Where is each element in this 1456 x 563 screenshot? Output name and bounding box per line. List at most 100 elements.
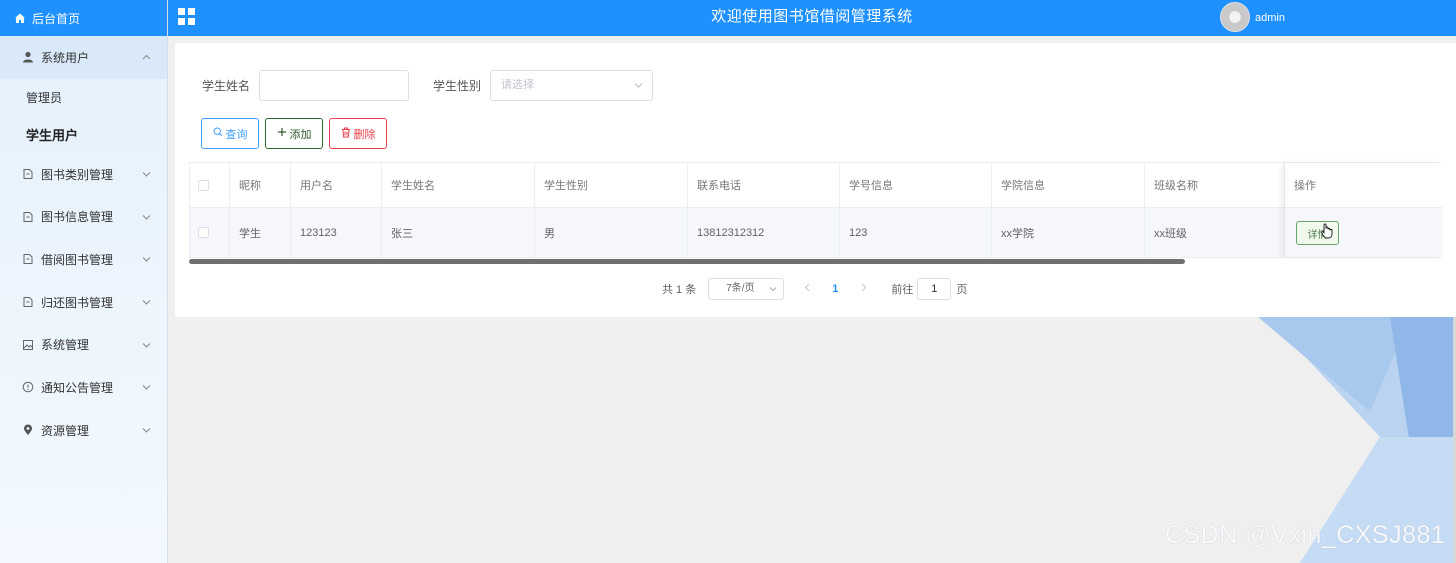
sidebar-item-system-management[interactable]: 系统管理	[0, 323, 167, 366]
chevron-down-icon	[142, 297, 151, 307]
page-number-current[interactable]: 1	[832, 283, 838, 295]
student-gender-select[interactable]: 请选择	[490, 70, 654, 101]
pagination: 共 1 条 7条/页 1 前往 1 页	[662, 278, 967, 300]
cell-student-no: 123	[840, 208, 992, 257]
column-header-gender[interactable]: 学生性别	[535, 163, 688, 207]
column-header-student-name[interactable]: 学生姓名	[382, 163, 535, 207]
cell-phone: 13812312312	[688, 208, 840, 257]
table-row: 学生 123123 张三 男 13812312312 123 xx学院 xx班级	[190, 208, 1442, 257]
add-button[interactable]: 添加	[265, 118, 323, 149]
goto-page-input[interactable]: 1	[917, 278, 952, 300]
select-all-checkbox[interactable]	[198, 179, 209, 191]
sidebar-item-label: 归还图书管理	[41, 295, 114, 310]
chevron-down-icon	[142, 254, 151, 264]
action-cell: 详情	[1285, 208, 1442, 257]
column-header-actions: 操作	[1285, 163, 1442, 208]
location-icon	[22, 424, 34, 436]
top-header: 欢迎使用图书馆借阅管理系统 admin	[168, 0, 1456, 36]
sidebar-subitem-label: 学生用户	[26, 127, 79, 143]
sidebar-item-resource-management[interactable]: 资源管理	[0, 409, 167, 452]
add-button-label: 添加	[289, 128, 312, 141]
fixed-action-column: 操作 详情	[1285, 163, 1442, 257]
hand-cursor-icon	[1321, 223, 1333, 239]
column-header-phone[interactable]: 联系电话	[688, 163, 840, 207]
goto-label: 前往	[891, 284, 914, 296]
delete-button[interactable]: 删除	[329, 118, 387, 149]
select-all-cell	[190, 163, 230, 207]
chevron-up-icon	[142, 52, 151, 62]
column-header-username[interactable]: 用户名	[291, 163, 382, 207]
sidebar-subitem-student-users[interactable]: 学生用户	[0, 116, 167, 153]
document-icon	[22, 296, 34, 308]
column-header-class[interactable]: 班级名称	[1145, 163, 1285, 207]
chevron-down-icon	[634, 71, 643, 112]
table-header-row: 昵称 用户名 学生姓名 学生性别 联系电话 学号信息 学院信息 班级名称	[190, 163, 1442, 208]
sidebar-item-label: 资源管理	[41, 423, 90, 438]
sidebar-item-label: 系统管理	[41, 338, 90, 353]
page-size-select[interactable]: 7条/页	[708, 278, 785, 300]
sidebar-item-label: 图书信息管理	[41, 210, 114, 225]
student-name-label: 学生姓名	[202, 79, 251, 93]
chevron-down-icon	[769, 279, 777, 307]
username-label[interactable]: admin	[1255, 0, 1285, 36]
picture-icon	[22, 339, 34, 351]
document-icon	[22, 211, 34, 223]
document-icon	[22, 253, 34, 265]
sidebar-item-label: 图书类别管理	[41, 167, 114, 182]
chevron-down-icon	[142, 169, 151, 179]
sidebar: 后台首页 系统用户 管理员 学生用户 图书类别管理 图书信息管理 借阅图书管理 …	[0, 0, 168, 563]
student-name-input[interactable]	[259, 70, 410, 101]
watermark: CSDN @Vxin_CXSJ881	[1165, 521, 1446, 549]
pagination-total: 共 1 条	[662, 284, 697, 296]
chevron-down-icon	[142, 212, 151, 222]
column-header-student-no[interactable]: 学号信息	[840, 163, 992, 207]
sidebar-home[interactable]: 后台首页	[0, 0, 167, 36]
sidebar-item-book-info[interactable]: 图书信息管理	[0, 195, 167, 238]
cell-class: xx班级	[1145, 208, 1285, 257]
cell-gender: 男	[535, 208, 688, 257]
data-table: 昵称 用户名 学生姓名 学生性别 联系电话 学号信息 学院信息 班级名称 学生 …	[189, 162, 1442, 258]
cell-username: 123123	[291, 208, 382, 257]
plus-icon	[277, 127, 287, 140]
sidebar-item-label: 系统用户	[41, 50, 90, 65]
cell-student-name: 张三	[382, 208, 535, 257]
row-select-cell	[190, 208, 230, 257]
student-gender-label: 学生性别	[433, 79, 482, 93]
next-page-button[interactable]	[861, 283, 867, 295]
sidebar-subitem-label: 管理员	[26, 90, 63, 105]
page-size-value: 7条/页	[726, 283, 755, 294]
sidebar-item-borrow-books[interactable]: 借阅图书管理	[0, 238, 167, 281]
sidebar-item-notice-management[interactable]: 通知公告管理	[0, 366, 167, 409]
sidebar-home-label: 后台首页	[32, 11, 81, 26]
chevron-down-icon	[142, 382, 151, 392]
gender-select-placeholder: 请选择	[501, 79, 535, 91]
chevron-down-icon	[142, 340, 151, 350]
trash-icon	[341, 127, 351, 141]
query-button-label: 查询	[225, 128, 248, 141]
query-button[interactable]: 查询	[201, 118, 259, 149]
user-icon	[22, 51, 34, 63]
avatar[interactable]	[1220, 2, 1250, 32]
sidebar-subitem-admin[interactable]: 管理员	[0, 79, 167, 116]
delete-button-label: 删除	[353, 128, 376, 141]
column-header-college[interactable]: 学院信息	[992, 163, 1145, 207]
search-form: 学生姓名 学生性别 请选择	[202, 70, 654, 101]
chevron-down-icon	[142, 425, 151, 435]
cell-college: xx学院	[992, 208, 1145, 257]
row-checkbox[interactable]	[198, 227, 209, 238]
toolbar: 查询 添加 删除	[201, 118, 387, 149]
sidebar-item-system-users[interactable]: 系统用户	[0, 36, 167, 79]
content-card: 学生姓名 学生性别 请选择 查询 添加 删除 昵称 用户名 学生姓名 学生性别 …	[175, 43, 1456, 317]
sidebar-item-label: 通知公告管理	[41, 380, 114, 395]
sidebar-item-book-category[interactable]: 图书类别管理	[0, 153, 167, 196]
home-icon	[14, 12, 26, 24]
document-icon	[22, 168, 34, 180]
sidebar-item-return-books[interactable]: 归还图书管理	[0, 281, 167, 324]
prev-page-button[interactable]	[804, 283, 810, 295]
page-suffix-label: 页	[956, 284, 968, 296]
cell-nickname: 学生	[230, 208, 291, 257]
column-header-nickname[interactable]: 昵称	[230, 163, 291, 207]
info-icon	[22, 381, 34, 393]
sidebar-item-label: 借阅图书管理	[41, 252, 114, 267]
table-horizontal-scrollbar[interactable]	[189, 259, 1185, 264]
